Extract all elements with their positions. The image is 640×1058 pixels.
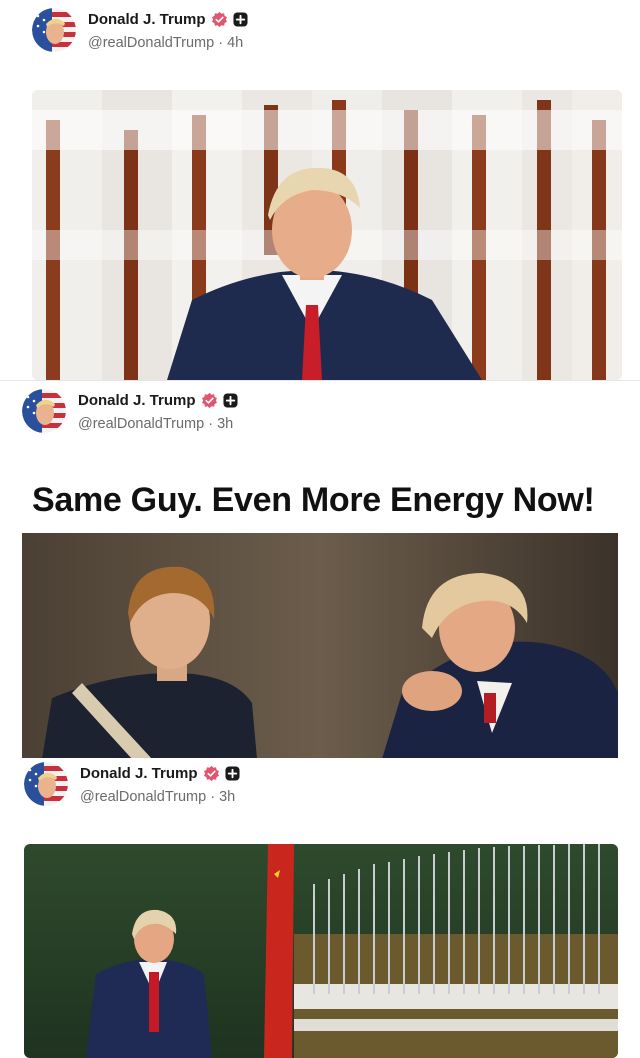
- post-time[interactable]: 4h: [227, 35, 243, 51]
- avatar[interactable]: [32, 8, 76, 52]
- handle-time: @realDonaldTrump · 3h: [80, 789, 236, 805]
- plus-square-icon[interactable]: [222, 392, 238, 408]
- avatar[interactable]: [24, 762, 68, 806]
- post-text: Same Guy. Even More Energy Now!: [32, 481, 595, 519]
- avatar[interactable]: [22, 389, 66, 433]
- post-image-troop-review[interactable]: [24, 844, 618, 1058]
- verified-badge-icon: [211, 11, 227, 27]
- handle[interactable]: @realDonaldTrump: [88, 35, 214, 51]
- handle-time: @realDonaldTrump · 3h: [78, 416, 234, 432]
- post-card-1[interactable]: Donald J. Trump @realDonaldTrump · 4h: [0, 0, 640, 380]
- verified-badge-icon: [203, 765, 219, 781]
- handle[interactable]: @realDonaldTrump: [80, 789, 206, 805]
- author-name[interactable]: Donald J. Trump: [88, 11, 206, 28]
- plus-square-icon[interactable]: [232, 11, 248, 27]
- post-header: Donald J. Trump @realDonaldTrump · 3h: [22, 389, 238, 433]
- post-time[interactable]: 3h: [217, 416, 233, 432]
- handle[interactable]: @realDonaldTrump: [78, 416, 204, 432]
- post-header: Donald J. Trump @realDonaldTrump · 4h: [32, 8, 248, 52]
- post-time[interactable]: 3h: [219, 789, 235, 805]
- post-card-2[interactable]: Donald J. Trump @realDonaldTrump · 3h Sa…: [0, 380, 640, 758]
- plus-square-icon[interactable]: [224, 765, 240, 781]
- handle-time: @realDonaldTrump · 4h: [88, 35, 244, 51]
- post-image-honor-guard[interactable]: [32, 90, 622, 380]
- post-image-portraits[interactable]: [22, 533, 618, 758]
- author-name[interactable]: Donald J. Trump: [80, 765, 198, 782]
- post-card-3[interactable]: Donald J. Trump @realDonaldTrump · 3h: [0, 758, 640, 1058]
- author-name[interactable]: Donald J. Trump: [78, 392, 196, 409]
- verified-badge-icon: [201, 392, 217, 408]
- post-header: Donald J. Trump @realDonaldTrump · 3h: [24, 762, 240, 806]
